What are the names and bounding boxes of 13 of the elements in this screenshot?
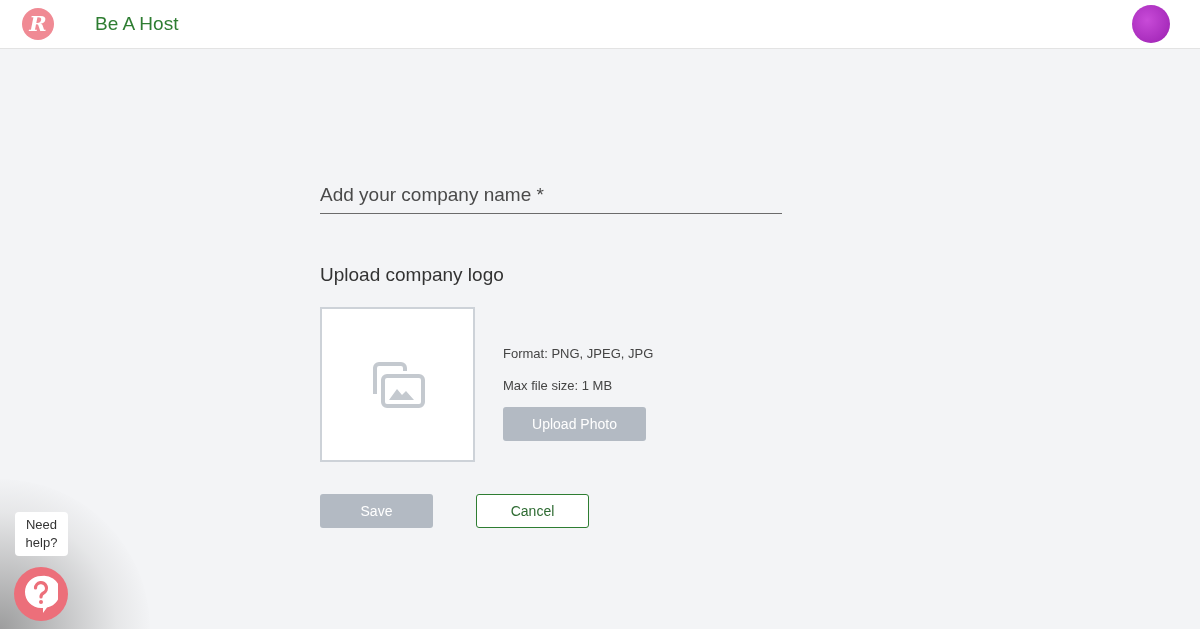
- help-icon: [24, 575, 58, 613]
- logo-drop-area[interactable]: [320, 307, 475, 462]
- help-tooltip: Need help?: [15, 512, 68, 556]
- company-name-field[interactable]: Add your company name *: [320, 181, 782, 214]
- help-button[interactable]: [14, 567, 68, 621]
- format-hint: Max file size: 1 MB: [503, 376, 614, 395]
- cancel-button[interactable]: Cancel: [476, 494, 589, 528]
- app-title: Be A Host: [95, 11, 179, 36]
- section-heading: Upload company logo: [320, 262, 505, 287]
- images-icon: [370, 361, 425, 408]
- logo[interactable]: R: [22, 8, 54, 40]
- avatar[interactable]: [1132, 5, 1170, 43]
- format-hint: Format: PNG, JPEG, JPG: [503, 345, 654, 363]
